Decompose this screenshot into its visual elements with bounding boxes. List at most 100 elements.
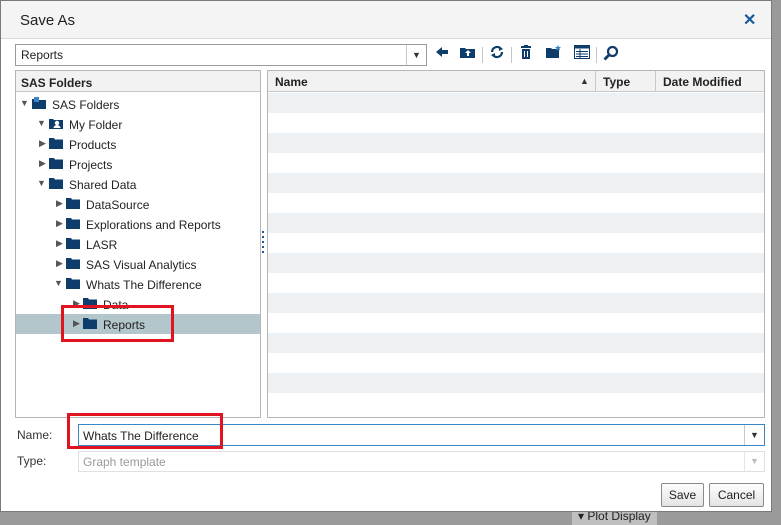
expanded-icon[interactable]: ▼ xyxy=(37,118,47,128)
column-name[interactable]: Name xyxy=(268,71,596,92)
folder-icon xyxy=(66,257,80,269)
collapsed-icon[interactable]: ▶ xyxy=(56,258,66,269)
chevron-down-icon: ▼ xyxy=(744,452,764,471)
tree-item-datasource[interactable]: ▶ DataSource xyxy=(16,194,260,214)
tree-item-whats-the-difference[interactable]: ▼ Whats The Difference xyxy=(16,274,260,294)
tree-item-label: Projects xyxy=(69,158,113,172)
type-placeholder: Graph template xyxy=(83,455,166,469)
tree-item-label: Data xyxy=(103,298,129,312)
list-row xyxy=(268,253,764,273)
tree-item-label: Whats The Difference xyxy=(86,278,202,292)
list-row xyxy=(268,133,764,153)
folder-icon xyxy=(66,277,80,289)
tree-item-sas-visual-analytics[interactable]: ▶ SAS Visual Analytics xyxy=(16,254,260,274)
toolbar-separator xyxy=(596,47,597,63)
collapsed-icon[interactable]: ▶ xyxy=(39,158,49,169)
column-type[interactable]: Type xyxy=(596,71,656,92)
tree-item-label: Reports xyxy=(103,318,146,332)
tree-item-sas-folders[interactable]: ▼ SAS Folders xyxy=(16,94,260,114)
panel-splitter-handle[interactable] xyxy=(262,231,265,255)
list-row xyxy=(268,233,764,253)
cancel-button[interactable]: Cancel xyxy=(709,483,764,507)
name-label: Name: xyxy=(17,428,53,442)
background-strip xyxy=(0,512,781,525)
list-row xyxy=(268,353,764,373)
delete-icon[interactable] xyxy=(517,45,535,63)
tree-item-projects[interactable]: ▶ Projects xyxy=(16,154,260,174)
close-icon[interactable]: ✕ xyxy=(743,10,756,30)
sort-ascending-icon[interactable]: ▲ xyxy=(580,76,589,86)
search-icon[interactable] xyxy=(602,45,620,63)
collapsed-icon[interactable]: ▶ xyxy=(56,238,66,249)
folder-icon xyxy=(83,317,97,329)
tree-item-explorations-and-reports[interactable]: ▶ Explorations and Reports xyxy=(16,214,260,234)
user-folder-icon xyxy=(49,117,63,129)
folder-icon xyxy=(49,137,63,149)
expanded-icon[interactable]: ▼ xyxy=(54,278,64,288)
up-folder-icon[interactable] xyxy=(459,45,477,63)
list-row xyxy=(268,333,764,353)
folder-icon xyxy=(66,237,80,249)
list-row xyxy=(268,393,764,413)
folder-tree: SAS Folders ▼ SAS Folders ▼ My Folder ▶ … xyxy=(15,70,261,418)
tree-item-label: SAS Visual Analytics xyxy=(86,258,197,272)
tree-item-label: My Folder xyxy=(69,118,123,132)
back-arrow-icon[interactable] xyxy=(433,45,451,63)
folder-icon xyxy=(83,297,97,309)
location-value: Reports xyxy=(21,48,64,62)
tree-item-shared-data[interactable]: ▼ Shared Data xyxy=(16,174,260,194)
list-row xyxy=(268,293,764,313)
tree-item-label: LASR xyxy=(86,238,118,252)
list-row xyxy=(268,373,764,393)
list-row xyxy=(268,213,764,233)
list-row xyxy=(268,93,764,113)
dialog-titlebar: Save As ✕ xyxy=(1,1,771,39)
save-button[interactable]: Save xyxy=(661,483,704,507)
list-row xyxy=(268,173,764,193)
folder-root-icon xyxy=(32,97,46,109)
tree-item-my-folder[interactable]: ▼ My Folder xyxy=(16,114,260,134)
tree-header: SAS Folders xyxy=(16,71,260,92)
expanded-icon[interactable]: ▼ xyxy=(37,178,47,188)
name-value: Whats The Difference xyxy=(83,429,199,443)
type-field: Graph template ▼ xyxy=(78,451,765,472)
refresh-icon[interactable] xyxy=(488,45,506,63)
tree-item-products[interactable]: ▶ Products xyxy=(16,134,260,154)
new-folder-icon[interactable] xyxy=(545,45,563,63)
collapsed-icon[interactable]: ▶ xyxy=(39,138,49,149)
location-combobox[interactable]: Reports ▼ xyxy=(15,44,427,66)
tree-item-label: DataSource xyxy=(86,198,150,212)
type-label: Type: xyxy=(17,454,47,468)
chevron-down-icon[interactable]: ▼ xyxy=(744,425,764,445)
tree-item-reports[interactable]: ▶ Reports xyxy=(16,314,260,334)
save-as-dialog: Save As ✕ Reports ▼ SAS Folders ▼ SAS Fo… xyxy=(0,0,772,512)
tree-item-data[interactable]: ▶ Data xyxy=(16,294,260,314)
list-row xyxy=(268,113,764,133)
collapsed-icon[interactable]: ▶ xyxy=(73,318,83,329)
collapsed-icon[interactable]: ▶ xyxy=(56,218,66,229)
toolbar-separator xyxy=(482,47,483,63)
dialog-title: Save As xyxy=(20,12,76,29)
tree-item-lasr[interactable]: ▶ LASR xyxy=(16,234,260,254)
expanded-icon[interactable]: ▼ xyxy=(20,98,30,108)
list-header: Name ▲ Type Date Modified xyxy=(268,71,764,92)
toolbar-separator xyxy=(511,47,512,63)
collapsed-icon[interactable]: ▶ xyxy=(73,298,83,309)
details-view-icon[interactable] xyxy=(573,45,591,63)
file-list: Name ▲ Type Date Modified xyxy=(267,70,765,418)
chevron-down-icon[interactable]: ▼ xyxy=(406,45,426,65)
list-row xyxy=(268,153,764,173)
collapsed-icon[interactable]: ▶ xyxy=(56,198,66,209)
tree-item-label: Shared Data xyxy=(69,178,137,192)
folder-icon xyxy=(66,217,80,229)
list-row xyxy=(268,313,764,333)
tree-item-label: Explorations and Reports xyxy=(86,218,221,232)
list-row xyxy=(268,273,764,293)
column-date-modified[interactable]: Date Modified xyxy=(656,71,764,92)
tree-item-label: Products xyxy=(69,138,117,152)
folder-icon xyxy=(49,157,63,169)
folder-icon xyxy=(66,197,80,209)
name-field[interactable]: Whats The Difference ▼ xyxy=(78,424,765,446)
tree-item-label: SAS Folders xyxy=(52,98,120,112)
list-row xyxy=(268,193,764,213)
